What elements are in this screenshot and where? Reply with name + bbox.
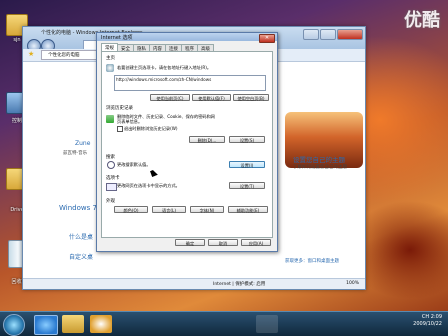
use-current-button[interactable]: 使用当前页(C) [150, 94, 190, 101]
use-blank-button[interactable]: 使用空白页(B) [233, 94, 269, 101]
home-desc: 若要创建主页选项卡，请在各地址行键入地址(R)。 [117, 65, 212, 70]
appearance-heading: 外观 [106, 199, 115, 204]
tabs-heading: 选项卡 [106, 176, 120, 181]
tabs-settings-button[interactable]: 设置(T) [229, 182, 265, 189]
ie-statusbar: Internet | 保护模式: 启用 100% [23, 278, 365, 289]
security-zone: Internet | 保护模式: 启用 [213, 282, 266, 287]
clock-date[interactable]: 2009/10/22 [413, 321, 442, 327]
languages-button[interactable]: 语言(L) [152, 206, 186, 213]
taskbar-app-icon[interactable] [256, 315, 278, 333]
more-themes-link[interactable]: 获取更多：窗口和桌面主题 [285, 258, 339, 264]
custom-link[interactable]: 自定义桌 [69, 252, 93, 261]
language-indicator[interactable]: CH [422, 314, 429, 320]
start-button[interactable] [3, 314, 25, 336]
tabs-desc: 更改网页在选项卡中显示的方式。 [117, 183, 180, 188]
home-url-textarea[interactable]: http://windows.microsoft.com/zh-CN/windo… [114, 75, 266, 91]
general-tab-panel: 主页 若要创建主页选项卡，请在各地址行键入地址(R)。 http://windo… [101, 51, 273, 238]
system-tray: CH 2:09 2009/10/22 [413, 314, 442, 328]
home-url-value: http://windows.microsoft.com/zh-CN/windo… [116, 77, 212, 82]
search-heading: 搜索 [106, 155, 115, 160]
history-desc-line2: 页表单信息。 [117, 119, 143, 124]
clock-time[interactable]: 2:09 [431, 314, 442, 320]
taskbar-media-icon[interactable] [90, 315, 112, 333]
cancel-button[interactable]: 取消 [208, 239, 238, 246]
delete-on-exit-label: 退出时删除浏览历史记录(W) [124, 126, 178, 131]
history-icon [106, 115, 114, 123]
close-button[interactable] [337, 29, 363, 40]
watermark-logo: 优酷 [404, 10, 440, 31]
maximize-button[interactable] [320, 29, 336, 40]
dialog-titlebar[interactable]: Internet 选项 ✕ [97, 33, 277, 43]
home-heading: 主页 [106, 56, 115, 61]
search-desc: 更改搜索默认值。 [117, 162, 151, 167]
zune-label[interactable]: Zune [75, 140, 90, 147]
fonts-button[interactable]: 字体(N) [190, 206, 224, 213]
delete-on-exit-checkbox[interactable] [117, 126, 123, 132]
zoom-level[interactable]: 100% [346, 281, 359, 286]
windows7-label: Windows 7 [59, 204, 97, 212]
favorites-star-icon[interactable]: ★ [28, 51, 34, 58]
accessibility-button[interactable]: 辅助功能(E) [228, 206, 268, 213]
zune-sub: 兹瓦特-音乐 [63, 151, 88, 156]
ok-button[interactable]: 确定 [175, 239, 205, 246]
dialog-close-button[interactable]: ✕ [259, 33, 275, 43]
home-page-icon [106, 64, 114, 72]
internet-options-dialog: Internet 选项 ✕ 常规 安全 隐私 内容 连接 程序 高级 主页 若要… [96, 32, 278, 252]
taskbar-explorer-icon[interactable] [62, 315, 84, 333]
what-is-link[interactable]: 什么是桌 [69, 232, 93, 241]
taskbar-ie-icon[interactable] [34, 315, 58, 335]
colors-button[interactable]: 颜色(O) [114, 206, 148, 213]
history-settings-button[interactable]: 设置(S) [229, 136, 265, 143]
dialog-title: Internet 选项 [101, 35, 133, 41]
delete-history-button[interactable]: 删除(D)... [189, 136, 225, 143]
taskbar: CH 2:09 2009/10/22 [0, 311, 448, 336]
minimize-button[interactable] [303, 29, 319, 40]
apply-button[interactable]: 应用(A) [241, 239, 271, 246]
window-controls [303, 29, 363, 40]
search-icon [107, 161, 115, 169]
promo-title[interactable]: 设置您自己的主题 [293, 154, 345, 164]
history-heading: 浏览历史记录 [106, 106, 133, 111]
tabs-icon [106, 183, 117, 191]
use-default-button[interactable]: 使用默认值(F) [192, 94, 231, 101]
search-settings-button[interactable]: 设置(I) [229, 161, 265, 168]
promo-sub: 了解如何设置您自己的主题 [293, 165, 347, 170]
